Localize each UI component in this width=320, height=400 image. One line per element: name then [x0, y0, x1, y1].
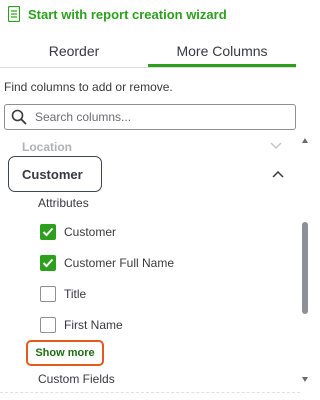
report-wizard-link[interactable]: Start with report creation wizard: [8, 4, 227, 24]
column-option-title[interactable]: Title: [40, 284, 86, 304]
column-option-first-name[interactable]: First Name: [40, 315, 123, 335]
report-wizard-label: Start with report creation wizard: [28, 6, 227, 22]
search-input[interactable]: [35, 110, 285, 124]
show-more-button[interactable]: Show more: [26, 340, 104, 366]
checkbox-unchecked[interactable]: [40, 317, 56, 333]
tab-divider: [0, 67, 296, 68]
panel-bottom-border: [0, 392, 300, 393]
checkmark-icon: [42, 258, 54, 268]
checkmark-icon: [42, 227, 54, 237]
tab-more-columns[interactable]: More Columns: [148, 34, 296, 68]
search-icon: [11, 109, 27, 125]
document-icon: [8, 6, 20, 22]
search-box[interactable]: [4, 104, 296, 130]
scrollbar-thumb[interactable]: [302, 222, 308, 314]
checkbox-checked[interactable]: [40, 224, 56, 240]
column-option-customer[interactable]: Customer: [40, 222, 116, 242]
scroll-up-arrow-icon[interactable]: [302, 138, 308, 143]
columns-list: Location Customer Attributes Customer Cu…: [0, 134, 310, 400]
show-more-label: Show more: [35, 347, 95, 359]
attributes-heading: Attributes: [38, 196, 89, 210]
checkbox-checked[interactable]: [40, 255, 56, 271]
column-option-customer-full-name[interactable]: Customer Full Name: [40, 253, 174, 273]
columns-hint: Find columns to add or remove.: [4, 80, 173, 94]
column-tabs: Reorder More Columns: [0, 34, 296, 68]
scroll-down-arrow-icon[interactable]: [302, 377, 308, 382]
active-tab-indicator: [148, 64, 296, 67]
section-location-title[interactable]: Location: [22, 140, 72, 154]
column-option-label: Customer: [64, 225, 117, 239]
tab-reorder[interactable]: Reorder: [0, 34, 148, 68]
chevron-up-icon[interactable]: [272, 170, 284, 178]
column-option-label: Title: [64, 287, 87, 301]
column-option-label: Customer Full Name: [64, 256, 175, 270]
checkbox-unchecked[interactable]: [40, 286, 56, 302]
custom-fields-heading: Custom Fields: [38, 372, 115, 386]
section-customer-title[interactable]: Customer: [22, 167, 83, 182]
chevron-down-icon[interactable]: [270, 142, 282, 150]
column-option-label: First Name: [64, 318, 123, 332]
